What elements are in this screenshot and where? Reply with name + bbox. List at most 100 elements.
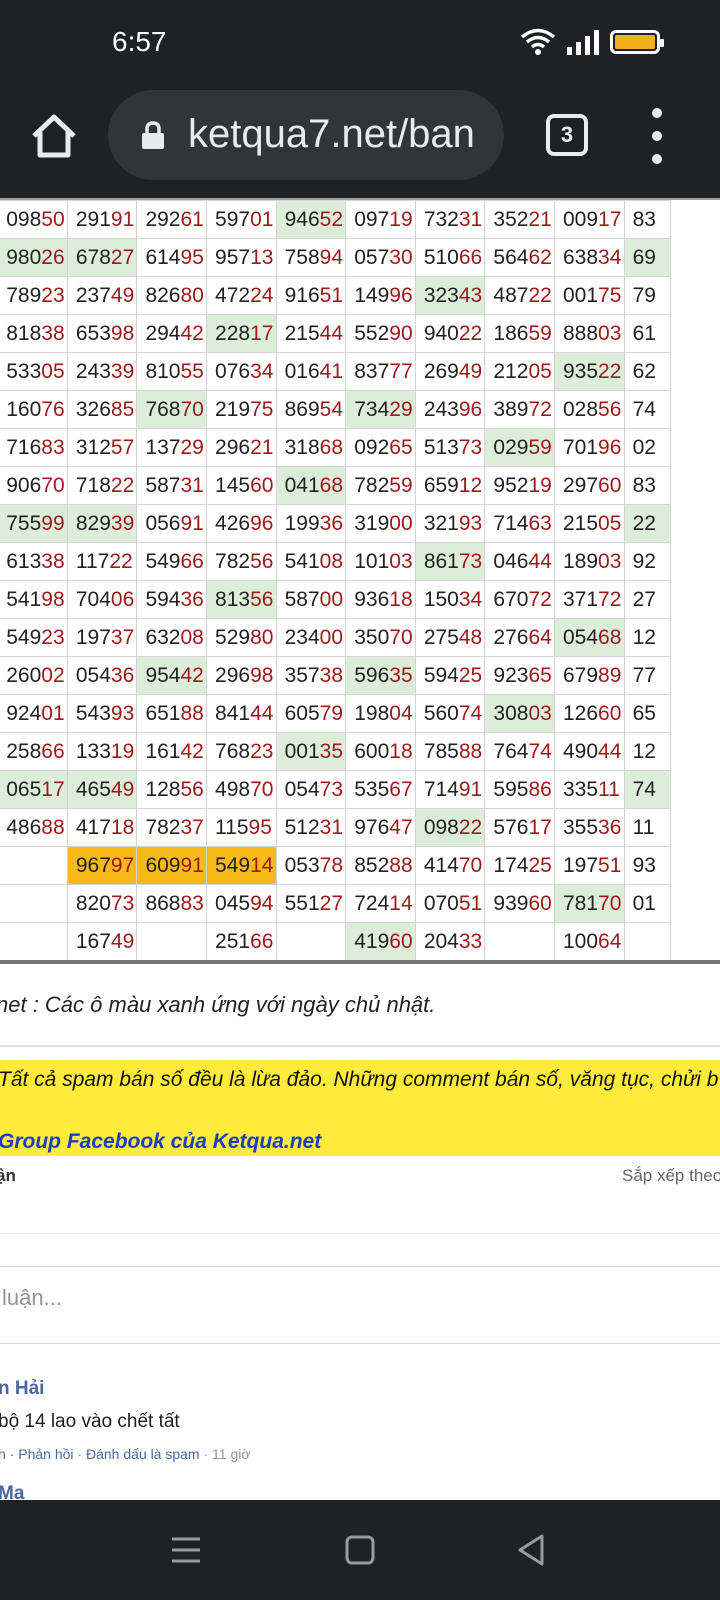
cell-head-digits: 319 [354, 511, 390, 535]
table-cell: 95219 [484, 466, 555, 505]
table-cell: 81055 [136, 352, 208, 391]
table-cell: 00135 [275, 732, 347, 771]
table-cell: 57617 [484, 808, 555, 847]
cell-head-digits: 204 [423, 929, 459, 953]
cell-tail-digits: 68 [319, 435, 344, 459]
table-cell: 10064 [554, 922, 625, 960]
cell-tail-digits: 08 [319, 549, 344, 573]
table-cell: 00175 [554, 276, 625, 315]
table-cell: 30803 [484, 694, 555, 733]
table-cell: 11 [623, 808, 672, 847]
sort-dropdown[interactable]: Sắp xếp theo [622, 1166, 720, 1186]
table-cell: 76823 [206, 732, 277, 771]
cell-tail-digits: 23 [41, 625, 65, 649]
cell-tail-digits: 99 [41, 511, 65, 535]
cell-tail-digits: 56 [180, 777, 204, 801]
cell-tail-digits: 42 [180, 663, 204, 687]
cell-head-digits: 041 [284, 473, 320, 497]
table-cell: 83 [623, 466, 672, 505]
cell-tail-digits: 25 [528, 853, 552, 877]
mark-spam-link[interactable]: Đánh dấu là spam [86, 1446, 200, 1462]
table-cell: 04644 [484, 542, 555, 581]
table-cell: 09822 [414, 808, 486, 847]
cell-tail-digits: 31 [319, 815, 344, 839]
cell-tail-digits: 98 [250, 663, 274, 687]
cell-head-digits: 092 [354, 435, 390, 459]
cell-head-digits: 133 [75, 739, 111, 763]
results-table-container[interactable]: 2509850291912926159701946520971973231352… [0, 198, 720, 964]
cell-tail-digits: 85 [110, 397, 135, 421]
tabs-count-button[interactable]: 3 [546, 114, 588, 156]
table-cell: 49044 [554, 732, 625, 771]
table-cell: 35536 [554, 808, 625, 847]
table-cell: 83777 [345, 352, 416, 391]
table-cell: 94652 [275, 200, 347, 239]
url-bar[interactable]: ketqua7.net/ban [108, 90, 504, 180]
cell-tail-digits: 49 [110, 929, 135, 953]
cell-head-digits: 028 [563, 397, 599, 421]
cell-tail-digits: 17 [598, 207, 622, 231]
table-cell: 96797 [66, 846, 138, 885]
table-cell [275, 922, 347, 960]
table-cell: 21505 [554, 504, 625, 543]
cell-tail-digits: 38 [319, 663, 344, 687]
table-cell: 32193 [414, 504, 486, 543]
cell-head-digits: 260 [6, 663, 42, 687]
cell-head-digits: 212 [493, 359, 529, 383]
table-cell: 13319 [66, 732, 138, 771]
cell-head-digits: 098 [6, 207, 42, 231]
table-cell: 61495 [136, 238, 208, 277]
cell-head-digits: 535 [354, 777, 390, 801]
cell-tail-digits: 18 [110, 815, 135, 839]
cell-head-digits: 670 [493, 587, 529, 611]
cell-head-digits: 417 [75, 815, 111, 839]
table-cell: 91651 [275, 276, 347, 315]
cell-tail-digits: 66 [250, 929, 274, 953]
table-cell: 35070 [345, 618, 416, 657]
cell-head-digits: 549 [145, 549, 181, 573]
table-cell: 78923 [0, 276, 68, 315]
comment-action-prefix[interactable]: h · [0, 1446, 18, 1462]
table-cell: 90670 [0, 466, 68, 505]
cell-head-digits: 564 [493, 245, 529, 269]
comment-author[interactable]: n Hải [0, 1378, 44, 1400]
home-square-icon[interactable] [340, 1530, 380, 1570]
cell-tail-digits: 70 [389, 625, 413, 649]
cell-head-digits: 957 [215, 245, 251, 269]
table-row: 9061338117225496678256541081010386173046… [0, 542, 672, 581]
comment-input[interactable]: luận... [0, 1266, 720, 1344]
home-icon[interactable] [28, 110, 80, 162]
table-cell: 20433 [414, 922, 486, 960]
cell-tail-digits: 66 [41, 739, 65, 763]
table-cell: 09719 [345, 200, 416, 239]
cell-tail-digits: 21 [528, 207, 552, 231]
cell-head-digits: 74 [632, 397, 656, 421]
table-cell: 81838 [0, 314, 68, 353]
cell-tail-digits: 39 [110, 359, 135, 383]
facebook-group-link[interactable]: Group Facebook của Ketqua.net [0, 1130, 321, 1154]
cell-tail-digits: 38 [41, 321, 65, 345]
cell-tail-digits: 96 [250, 511, 274, 535]
cell-head-digits: 426 [215, 511, 251, 535]
back-icon[interactable] [512, 1530, 552, 1570]
url-text: ketqua7.net/ban [188, 112, 475, 156]
table-cell: 10103 [345, 542, 416, 581]
cell-tail-digits: 62 [528, 245, 552, 269]
cell-tail-digits: 25 [458, 663, 483, 687]
cell-tail-digits: 51 [319, 283, 344, 307]
table-cell: 22817 [206, 314, 277, 353]
table-cell: 18903 [554, 542, 625, 581]
menu-icon[interactable] [166, 1530, 206, 1570]
cell-head-digits: 046 [493, 549, 529, 573]
reply-link[interactable]: Phản hồi [18, 1446, 73, 1462]
cell-head-digits: 782 [145, 815, 181, 839]
table-cell: 60579 [275, 694, 347, 733]
cell-tail-digits: 96 [598, 435, 622, 459]
table-cell: 55127 [275, 884, 347, 923]
cell-tail-digits: 93 [458, 511, 483, 535]
table-cell: 67072 [484, 580, 555, 619]
more-vert-icon[interactable] [648, 108, 666, 164]
table-cell: 24339 [66, 352, 138, 391]
cell-head-digits: 837 [354, 359, 390, 383]
cell-head-digits: 312 [75, 435, 111, 459]
